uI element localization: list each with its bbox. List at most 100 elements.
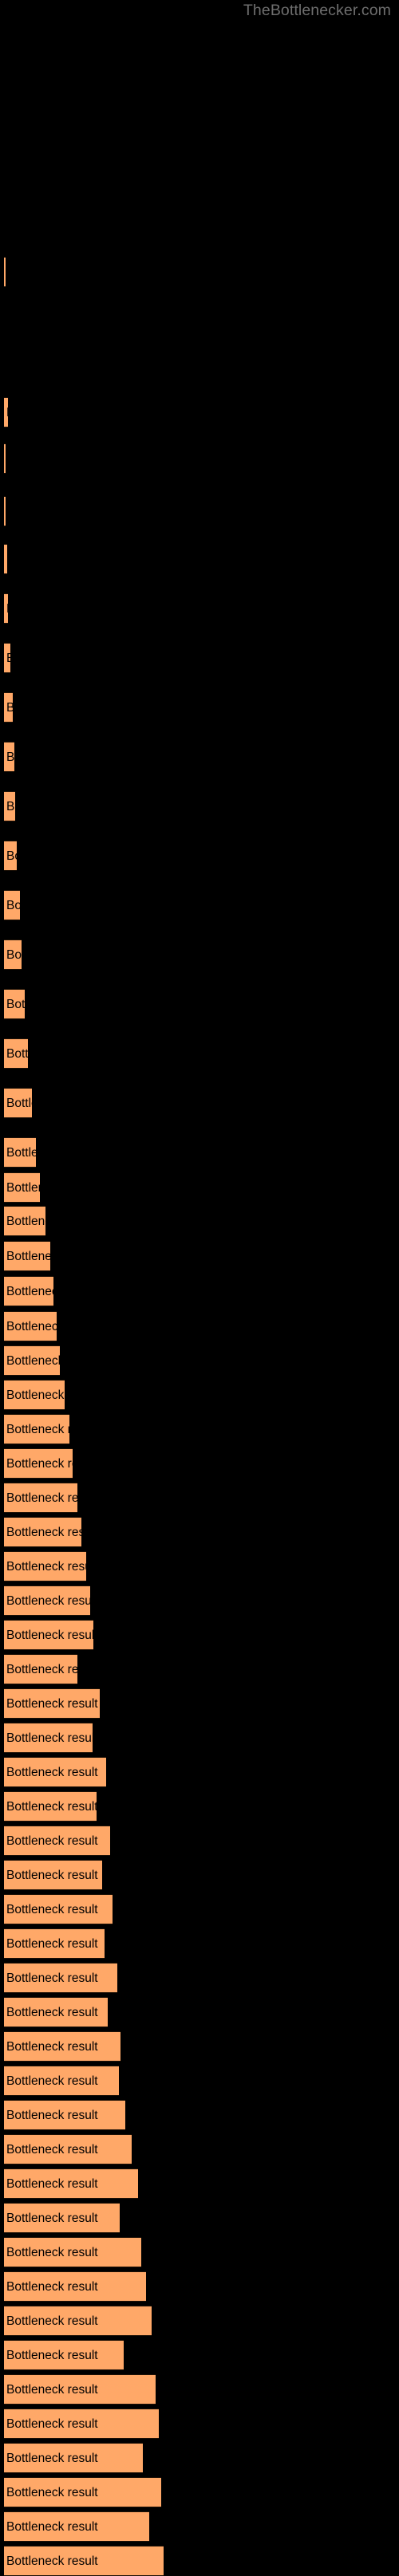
bar-row[interactable]: Bottleneck result (4, 1276, 53, 1306)
bar-rect: Bottleneck result (4, 989, 25, 1019)
bar-rect: Bottleneck result (4, 2203, 120, 2233)
bar-row[interactable]: Bottleneck result (4, 2066, 119, 2096)
bar-row[interactable]: Bottleneck result (4, 890, 20, 920)
bar-rect: Bottleneck result (4, 2306, 152, 2336)
bar-label: Bottleneck result (6, 2143, 98, 2157)
bar-row[interactable]: Bottleneck result (4, 1620, 93, 1650)
bar-label: Bottleneck result (6, 2383, 98, 2397)
bar-label: Bottleneck result (6, 1047, 28, 1061)
bar-row[interactable]: Bottleneck result (4, 2306, 152, 2336)
bar-row[interactable]: Bottleneck result (4, 544, 7, 574)
bar-row[interactable]: Bottleneck result (4, 2340, 124, 2370)
bar-row[interactable]: Bottleneck result (4, 1894, 113, 1924)
bar-rect: Bottleneck result (4, 1551, 86, 1581)
bar-row[interactable]: Bottleneck result (4, 496, 6, 526)
bar-row[interactable]: Bottleneck result (4, 2546, 164, 2576)
bar-row[interactable]: Bottleneck result (4, 443, 6, 474)
bar-row[interactable]: Bottleneck result (4, 2271, 146, 2302)
bar-rect: Bottleneck result (4, 1963, 117, 1993)
bar-label: Bottleneck result (6, 1937, 98, 1951)
bar-row[interactable]: Bottleneck result (4, 1860, 102, 1890)
bar-label: Bottleneck result (6, 398, 8, 427)
bar-row[interactable]: Bottleneck result (4, 1585, 90, 1616)
bar-row[interactable]: Bottleneck result (4, 397, 8, 427)
bar-row[interactable]: Bottleneck result (4, 791, 15, 821)
bar-label: Bottleneck result (6, 948, 22, 962)
bar-label: Bottleneck result (6, 1560, 86, 1574)
bar-rect: Bottleneck result (4, 2237, 141, 2267)
bar-row[interactable]: Bottleneck result (4, 1517, 81, 1547)
bar-rect: Bottleneck result (4, 2066, 119, 2096)
bar-rect: Bottleneck result (4, 742, 14, 772)
bar-rect: Bottleneck result (4, 1038, 28, 1069)
bar-rect: Bottleneck result (4, 2409, 159, 2439)
bar-row[interactable]: Bottleneck result (4, 1414, 69, 1444)
bar-row[interactable]: Bottleneck result (4, 1723, 93, 1753)
bar-row[interactable]: Bottleneck result (4, 1757, 106, 1787)
bar-row[interactable]: Bottleneck result (4, 257, 6, 287)
bar-row[interactable]: Bottleneck result (4, 1088, 32, 1118)
bar-label: Bottleneck result (6, 1146, 36, 1160)
bar-row[interactable]: Bottleneck result (4, 1654, 77, 1684)
bar-rect: Bottleneck result (4, 890, 20, 920)
bar-rect: Bottleneck result (4, 1345, 60, 1376)
bar-row[interactable]: Bottleneck result (4, 1172, 40, 1203)
bar-row[interactable]: Bottleneck result (4, 939, 22, 970)
bar-row[interactable]: Bottleneck result (4, 1826, 110, 1856)
bar-label: Bottleneck result (6, 1491, 77, 1505)
bar-row[interactable]: Bottleneck result (4, 1206, 45, 1236)
bar-row[interactable]: Bottleneck result (4, 2409, 159, 2439)
bar-label: Bottleneck result (6, 2074, 98, 2088)
bar-row[interactable]: Bottleneck result (4, 1791, 97, 1822)
bar-row[interactable]: Bottleneck result (4, 593, 8, 624)
bar-row[interactable]: Bottleneck result (4, 1551, 86, 1581)
bar-row[interactable]: Bottleneck result (4, 2134, 132, 2164)
bar-row[interactable]: Bottleneck result (4, 2168, 138, 2199)
bar-row[interactable]: Bottleneck result (4, 1997, 108, 2027)
bar-row[interactable]: Bottleneck result (4, 643, 10, 673)
bar-rect: Bottleneck result (4, 2340, 124, 2370)
bar-row[interactable]: Bottleneck result (4, 1688, 100, 1719)
bar-row[interactable]: Bottleneck result (4, 1345, 60, 1376)
bar-rect: Bottleneck result (4, 1997, 108, 2027)
bar-label: Bottleneck result (6, 1181, 40, 1195)
bar-row[interactable]: Bottleneck result (4, 841, 17, 871)
bar-label: Bottleneck result (6, 2452, 98, 2465)
bar-row[interactable]: Bottleneck result (4, 1928, 105, 1959)
bar-rect: Bottleneck result (4, 1826, 110, 1856)
bar-row[interactable]: Bottleneck result (4, 1137, 36, 1168)
bar-row[interactable]: Bottleneck result (4, 1038, 28, 1069)
bar-rect: Bottleneck result (4, 2546, 164, 2576)
bar-rect: Bottleneck result (4, 1088, 32, 1118)
bar-row[interactable]: Bottleneck result (4, 692, 13, 723)
bar-label: Bottleneck result (6, 1663, 77, 1676)
bar-label: Bottleneck result (6, 1834, 98, 1848)
bar-rect: Bottleneck result (4, 1172, 40, 1203)
bar-row[interactable]: Bottleneck result (4, 1483, 77, 1513)
bar-row[interactable]: Bottleneck result (4, 2031, 120, 2062)
bar-label: Bottleneck result (6, 800, 15, 813)
bar-rect: Bottleneck result (4, 1723, 93, 1753)
bar-rect: Bottleneck result (4, 1620, 93, 1650)
bar-label: Bottleneck result (6, 1869, 98, 1882)
bar-rect: Bottleneck result (4, 1894, 113, 1924)
bar-rect: Bottleneck result (4, 2271, 146, 2302)
bar-row[interactable]: Bottleneck result (4, 1448, 73, 1479)
bar-row[interactable]: Bottleneck result (4, 2203, 120, 2233)
bar-row[interactable]: Bottleneck result (4, 742, 14, 772)
bar-row[interactable]: Bottleneck result (4, 1380, 65, 1410)
bar-row[interactable]: Bottleneck result (4, 2511, 149, 2542)
bar-row[interactable]: Bottleneck result (4, 2477, 161, 2507)
bar-rect: Bottleneck result (4, 2100, 125, 2130)
bar-row[interactable]: Bottleneck result (4, 989, 25, 1019)
bar-label: Bottleneck result (6, 594, 8, 623)
bar-rect: Bottleneck result (4, 2477, 161, 2507)
bar-label: Bottleneck result (6, 2246, 98, 2259)
bar-row[interactable]: Bottleneck result (4, 1311, 57, 1341)
bar-row[interactable]: Bottleneck result (4, 2443, 143, 2473)
bar-row[interactable]: Bottleneck result (4, 2100, 125, 2130)
bar-row[interactable]: Bottleneck result (4, 2374, 156, 2405)
bar-row[interactable]: Bottleneck result (4, 1963, 117, 1993)
bar-row[interactable]: Bottleneck result (4, 1241, 50, 1271)
bar-row[interactable]: Bottleneck result (4, 2237, 141, 2267)
